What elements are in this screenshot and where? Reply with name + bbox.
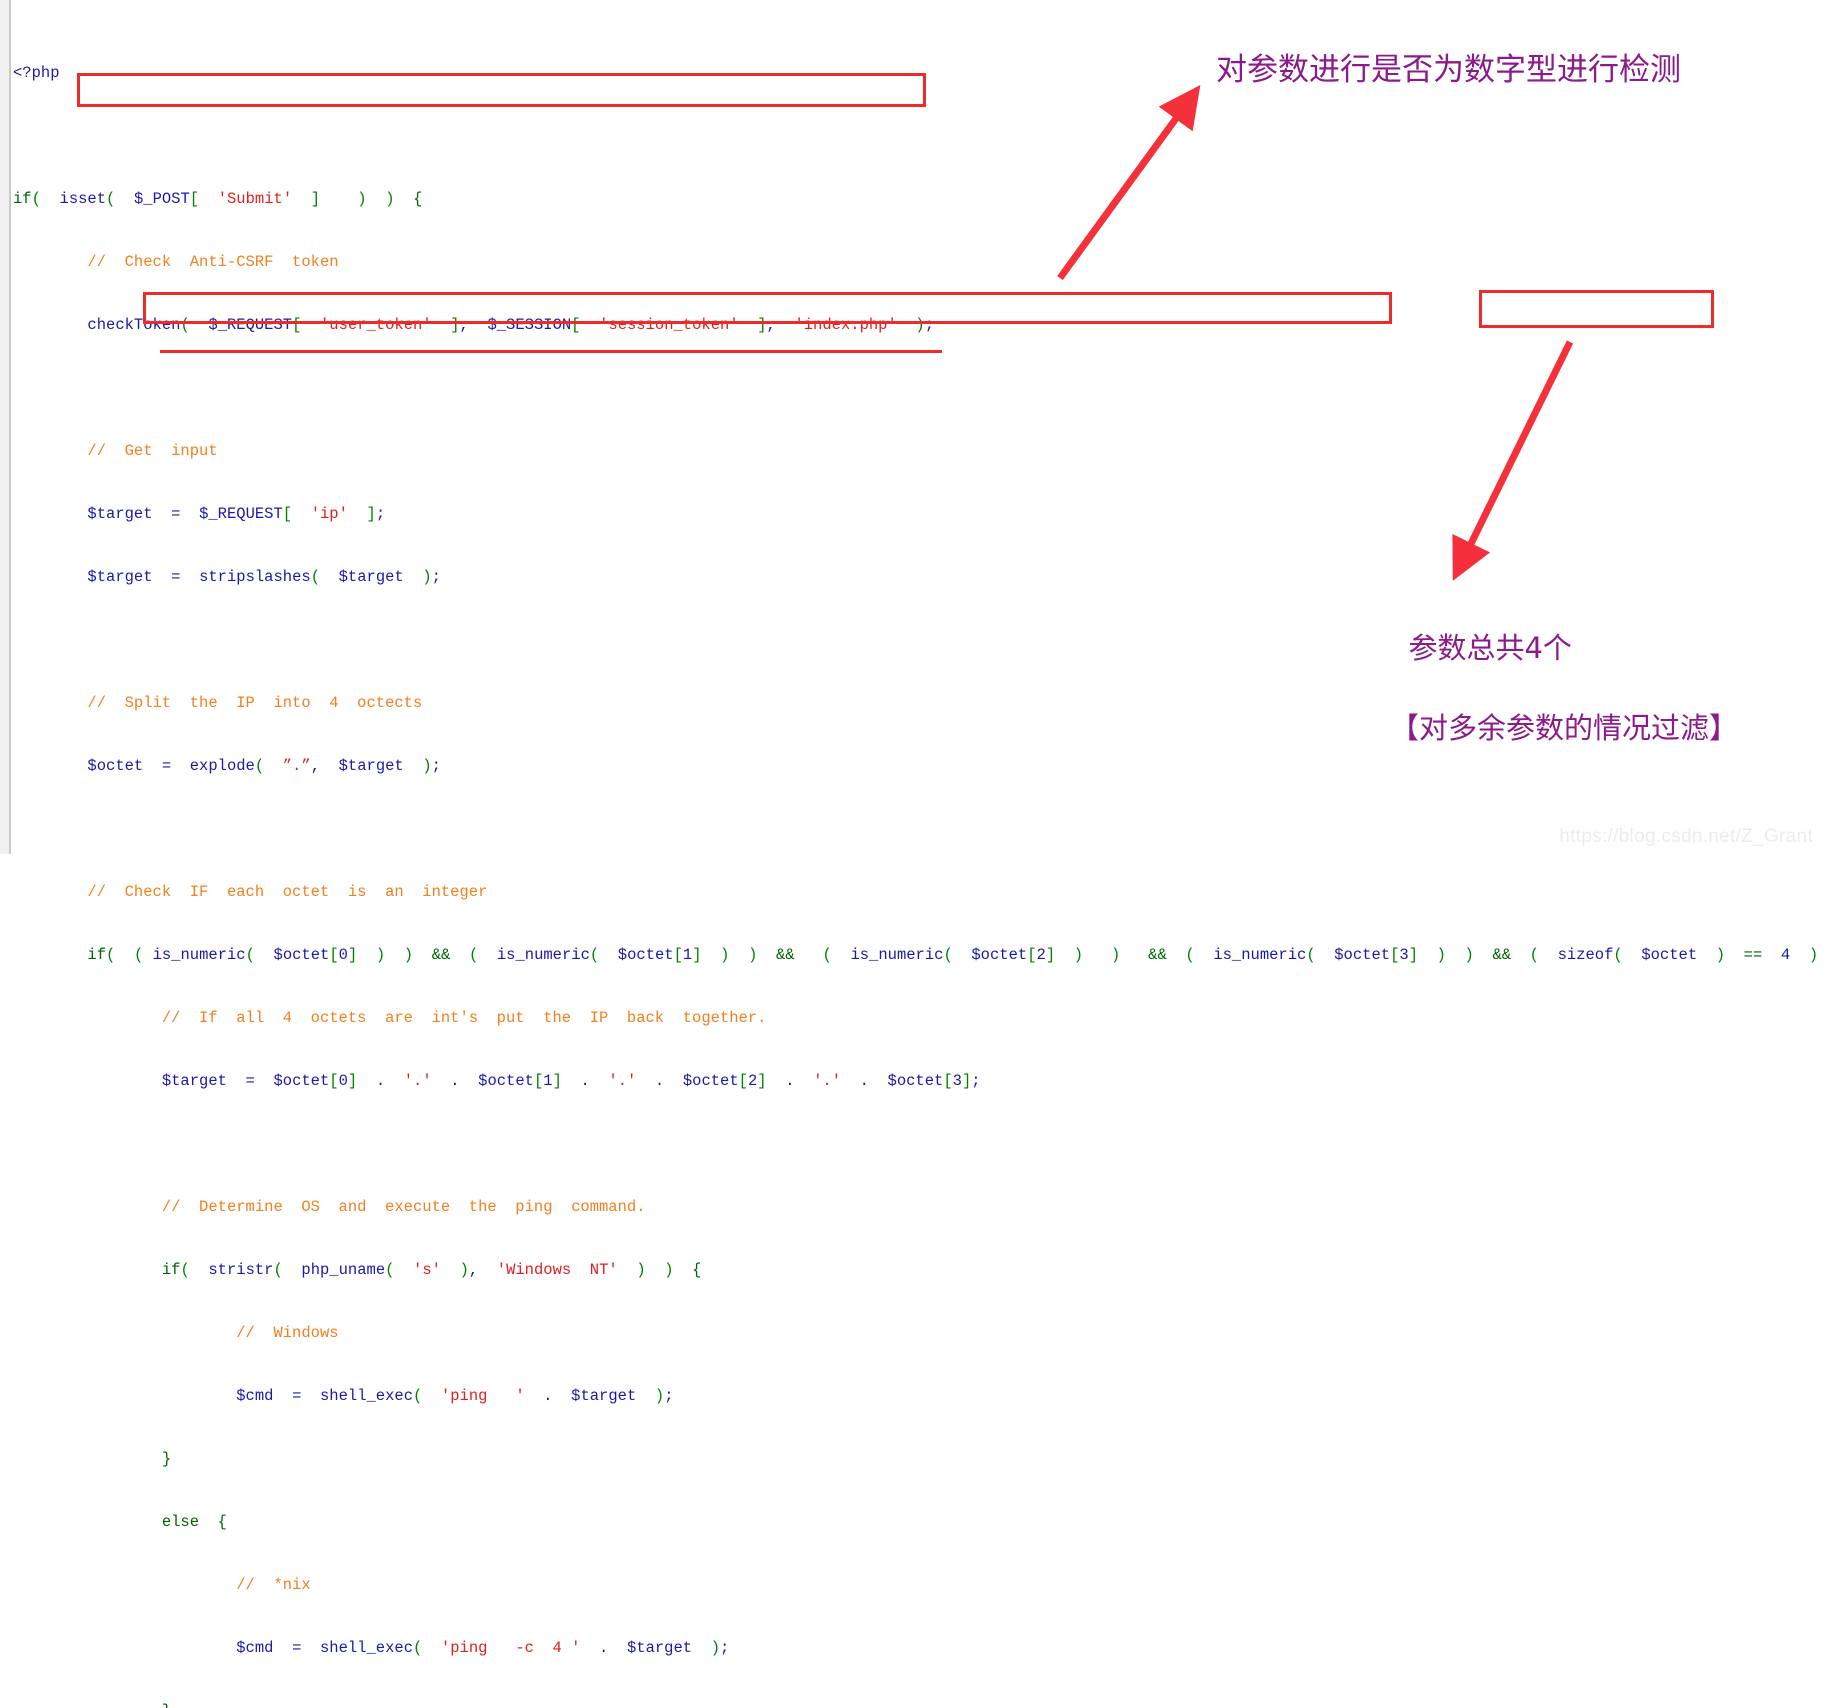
- code-line: checkToken( $_REQUEST[ 'user_token' ], $…: [87, 316, 935, 334]
- code-line: $cmd = shell_exec( 'ping -c 4 ' . $targe…: [236, 1639, 730, 1657]
- code-line: $cmd = shell_exec( 'ping ' . $target );: [236, 1387, 674, 1405]
- code-line: // Check Anti-CSRF token: [87, 253, 339, 271]
- editor-gutter: [0, 0, 11, 854]
- code-line: // If all 4 octets are int's put the IP …: [161, 1009, 767, 1027]
- code-line: $target = $_REQUEST[ 'ip' ];: [87, 505, 386, 523]
- code-line: if( isset( $_POST[ 'Submit' ] ) ) {: [13, 190, 423, 208]
- code-line: // Determine OS and execute the ping com…: [161, 1198, 646, 1216]
- code-line: // *nix: [236, 1576, 311, 1594]
- annotation-numeric-check: 对参数进行是否为数字型进行检测: [1216, 52, 1681, 88]
- watermark: https://blog.csdn.net/Z_Grant: [1559, 826, 1813, 847]
- code-line: }: [13, 1701, 1829, 1708]
- target-join-underline: [160, 350, 942, 353]
- code-line: // Windows: [236, 1324, 339, 1342]
- code-line: // Get input: [87, 442, 218, 460]
- code-line: $target = stripslashes( $target );: [87, 568, 441, 586]
- annotation-param-count-line2: 【对多余参数的情况过滤】: [1390, 711, 1739, 745]
- code-line: $target = $octet[0] . '.' . $octet[1] . …: [161, 1072, 981, 1090]
- code-line: else {: [161, 1513, 227, 1531]
- code-line: }: [161, 1450, 172, 1468]
- code-line: // Check IF each octet is an integer: [87, 883, 488, 901]
- annotation-param-count: 参数总共4个 【对多余参数的情况过滤】: [1390, 588, 1738, 788]
- code-line: if( stristr( php_uname( 's' ), 'Windows …: [161, 1261, 702, 1279]
- code-line: if( ( is_numeric( $octet[0] ) ) && ( is_…: [87, 946, 1819, 964]
- annotation-param-count-line1: 参数总共4个: [1408, 631, 1572, 665]
